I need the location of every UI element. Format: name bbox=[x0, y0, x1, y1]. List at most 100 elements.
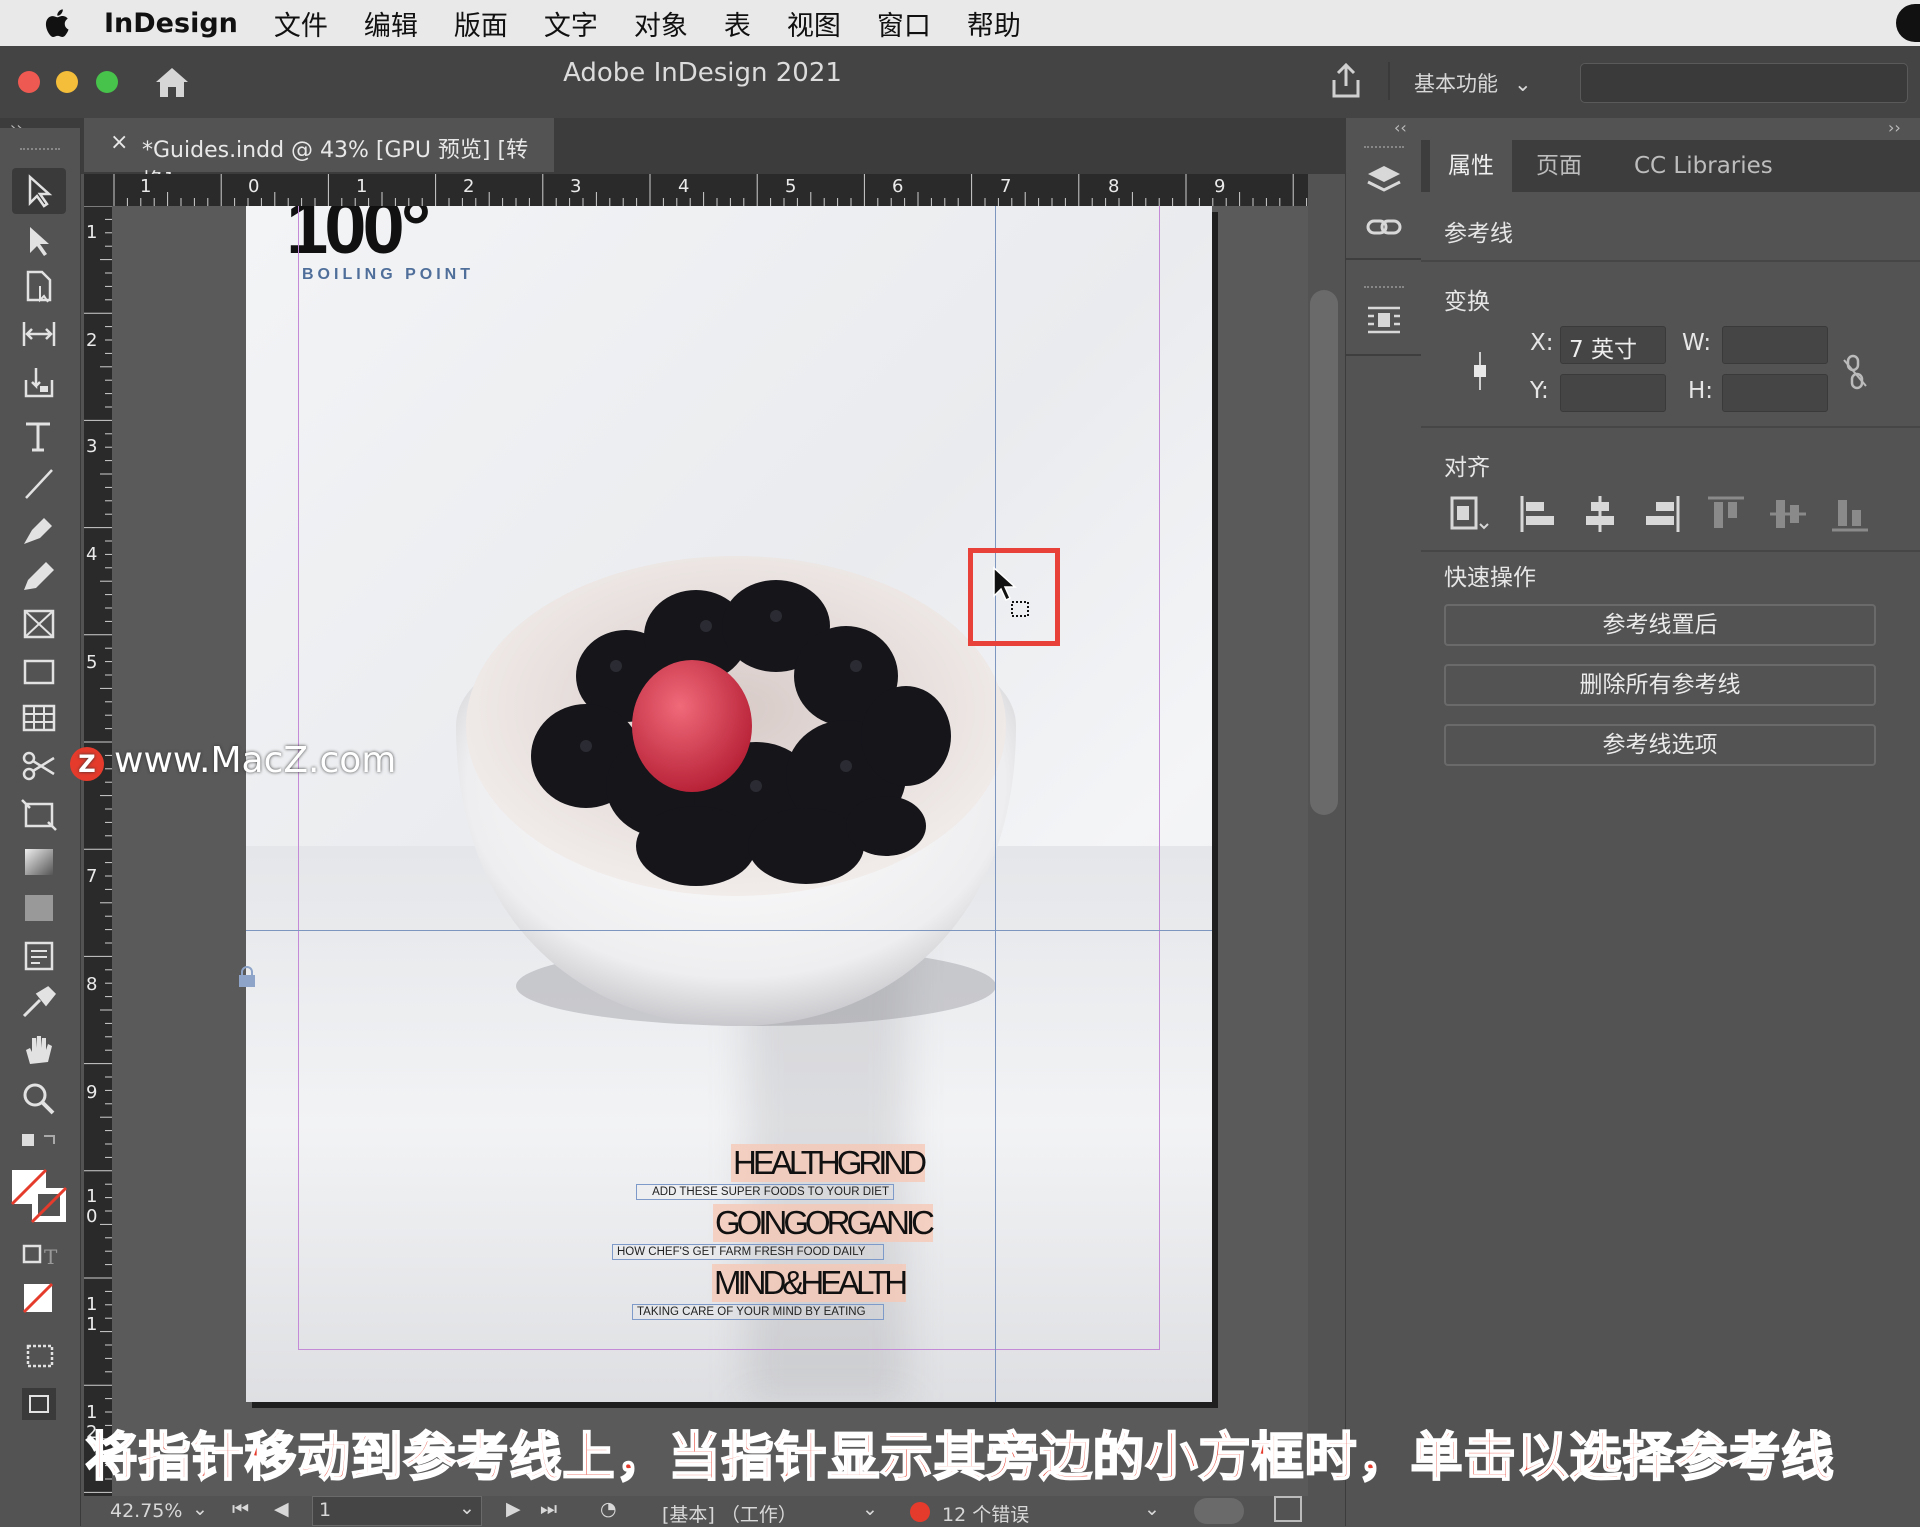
menu-help[interactable]: 帮助 bbox=[967, 4, 1021, 43]
guide-options-button[interactable]: 参考线选项 bbox=[1444, 724, 1876, 766]
direct-selection-tool-icon[interactable] bbox=[18, 223, 60, 259]
menu-type[interactable]: 文字 bbox=[544, 4, 598, 43]
tab-pages[interactable]: 页面 bbox=[1518, 140, 1600, 192]
rectangle-tool-icon[interactable] bbox=[18, 654, 60, 690]
horizontal-scroll-thumb[interactable] bbox=[1194, 1498, 1244, 1524]
y-position-field[interactable] bbox=[1560, 374, 1666, 412]
delete-all-guides-button[interactable]: 删除所有参考线 bbox=[1444, 664, 1876, 706]
ruler-label: 1 bbox=[86, 1314, 98, 1335]
eyedropper-tool-icon[interactable] bbox=[18, 984, 60, 1020]
vertical-scrollbar[interactable] bbox=[1310, 290, 1338, 815]
type-tool-icon[interactable] bbox=[18, 418, 60, 454]
apply-none-icon[interactable] bbox=[18, 1280, 60, 1316]
align-bottom-icon[interactable] bbox=[1830, 494, 1870, 534]
workspace-label: 基本功能 bbox=[1414, 72, 1498, 96]
menu-table[interactable]: 表 bbox=[724, 4, 751, 43]
menu-window[interactable]: 窗口 bbox=[877, 4, 931, 43]
layers-icon[interactable] bbox=[1366, 162, 1402, 198]
formatting-affects-container-icon[interactable]: T bbox=[18, 1236, 60, 1272]
page-number-field[interactable]: 1 ⌄ bbox=[312, 1496, 482, 1526]
menu-object[interactable]: 对象 bbox=[634, 4, 688, 43]
previous-page-icon[interactable]: ◀ bbox=[274, 1498, 289, 1520]
horizontal-ruler[interactable]: 1 0 1 2 3 4 5 6 7 8 9 bbox=[84, 174, 1308, 206]
dock-grip[interactable] bbox=[1364, 286, 1404, 288]
screen-mode-icon[interactable] bbox=[18, 1336, 60, 1372]
free-transform-tool-icon[interactable] bbox=[18, 796, 60, 832]
height-field[interactable] bbox=[1722, 374, 1828, 412]
reference-point-icon[interactable] bbox=[1470, 350, 1490, 392]
gradient-swatch-tool-icon[interactable] bbox=[18, 844, 60, 880]
default-fill-stroke-icon[interactable] bbox=[18, 1130, 60, 1166]
preflight-errors[interactable]: 12 个错误 bbox=[942, 1500, 1029, 1527]
vertical-guide[interactable] bbox=[995, 206, 996, 1402]
ruler-label: 0 bbox=[248, 176, 260, 197]
align-top-icon[interactable] bbox=[1706, 494, 1746, 534]
tab-properties[interactable]: 属性 bbox=[1430, 140, 1512, 192]
menu-app-indesign[interactable]: InDesign bbox=[104, 8, 238, 39]
split-view-icon[interactable] bbox=[1274, 1496, 1302, 1522]
pen-tool-icon[interactable] bbox=[18, 512, 60, 548]
line-tool-icon[interactable] bbox=[18, 466, 60, 502]
align-vertical-center-icon[interactable] bbox=[1768, 494, 1808, 534]
workspace-switcher[interactable]: 基本功能 ⌄ bbox=[1414, 68, 1532, 98]
preflight-profile[interactable]: [基本] （工作） bbox=[662, 1500, 797, 1527]
ruler-label: 7 bbox=[86, 866, 98, 887]
hand-tool-icon[interactable] bbox=[18, 1032, 60, 1068]
toolbar-grip[interactable] bbox=[20, 148, 60, 156]
first-page-icon[interactable]: ⏮ bbox=[232, 1498, 249, 1520]
align-left-icon[interactable] bbox=[1518, 494, 1558, 534]
width-field[interactable] bbox=[1722, 326, 1828, 364]
constrain-proportions-icon[interactable] bbox=[1842, 354, 1868, 390]
close-tab-button[interactable]: × bbox=[110, 130, 128, 155]
gap-tool-icon[interactable] bbox=[18, 316, 60, 352]
ruler-label: 9 bbox=[86, 1082, 98, 1103]
expand-panel-icon[interactable]: ›› bbox=[1888, 118, 1901, 137]
fill-stroke-swatch-icon[interactable] bbox=[10, 1168, 70, 1224]
next-page-icon[interactable]: ▶ bbox=[506, 1498, 521, 1520]
share-icon[interactable] bbox=[1328, 62, 1364, 100]
page-tool-icon[interactable] bbox=[18, 268, 60, 304]
chevron-down-icon[interactable]: ⌄ bbox=[192, 1498, 208, 1520]
gradient-feather-tool-icon[interactable] bbox=[18, 890, 60, 926]
text-wrap-icon[interactable] bbox=[1366, 304, 1402, 336]
collapse-dock-icon[interactable]: ‹‹ bbox=[1394, 118, 1407, 137]
lock-icon[interactable] bbox=[236, 966, 258, 988]
align-horizontal-center-icon[interactable] bbox=[1580, 494, 1620, 534]
links-icon[interactable] bbox=[1366, 212, 1402, 242]
apple-icon[interactable] bbox=[40, 5, 76, 41]
watermark-text: www.MacZ.com bbox=[114, 740, 397, 781]
menu-bar: InDesign 文件 编辑 版面 文字 对象 表 视图 窗口 帮助 bbox=[0, 0, 1920, 46]
chevron-down-icon[interactable]: ⌄ bbox=[1144, 1498, 1160, 1520]
dock-grip[interactable] bbox=[1364, 146, 1404, 148]
chevron-down-icon[interactable]: ⌄ bbox=[459, 1497, 475, 1519]
menu-file[interactable]: 文件 bbox=[274, 4, 328, 43]
align-to-icon[interactable] bbox=[1448, 494, 1494, 534]
send-guides-to-back-button[interactable]: 参考线置后 bbox=[1444, 604, 1876, 646]
note-tool-icon[interactable] bbox=[18, 938, 60, 974]
menu-layout[interactable]: 版面 bbox=[454, 4, 508, 43]
pencil-tool-icon[interactable] bbox=[18, 558, 60, 594]
x-position-field[interactable]: 7 英寸 bbox=[1560, 326, 1666, 364]
page-number: 1 bbox=[319, 1499, 332, 1521]
zoom-level[interactable]: 42.75% bbox=[110, 1500, 182, 1522]
menu-edit[interactable]: 编辑 bbox=[364, 4, 418, 43]
rectangle-frame-tool-icon[interactable] bbox=[18, 606, 60, 642]
ruler-label: 1 bbox=[356, 176, 368, 197]
align-right-icon[interactable] bbox=[1642, 494, 1682, 534]
last-page-icon[interactable]: ⏭ bbox=[540, 1498, 557, 1520]
table-tool-icon[interactable] bbox=[18, 700, 60, 736]
search-input[interactable] bbox=[1580, 63, 1908, 103]
content-collector-tool-icon[interactable] bbox=[18, 364, 60, 400]
vertical-ruler[interactable]: 1 2 3 4 5 6 7 8 9 1 0 1 1 1 2 bbox=[84, 206, 112, 1496]
ruler-label: 3 bbox=[86, 436, 98, 457]
open-document-icon[interactable]: ◔ bbox=[600, 1498, 617, 1520]
horizontal-guide[interactable] bbox=[246, 930, 1212, 931]
document-page[interactable]: 100° BOILING POINT HEALTHGRIND ADD THESE… bbox=[246, 206, 1212, 1402]
tab-cc-libraries[interactable]: CC Libraries bbox=[1616, 140, 1791, 192]
scissors-tool-icon[interactable] bbox=[18, 748, 60, 784]
document-tab[interactable]: × *Guides.indd @ 43% [GPU 预览] [转换] bbox=[84, 118, 554, 195]
menu-view[interactable]: 视图 bbox=[787, 4, 841, 43]
chevron-down-icon[interactable]: ⌄ bbox=[862, 1498, 878, 1520]
zoom-tool-icon[interactable] bbox=[18, 1080, 60, 1116]
selection-tool-icon[interactable] bbox=[18, 173, 60, 209]
